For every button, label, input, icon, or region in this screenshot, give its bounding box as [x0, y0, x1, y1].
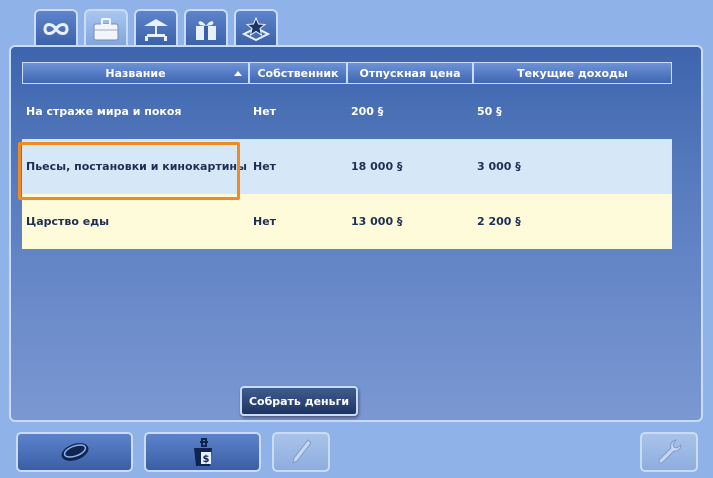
column-header-owner[interactable]: Собственник: [249, 62, 347, 84]
tab-gifts[interactable]: [184, 9, 228, 47]
business-income: 2 200 §: [477, 215, 521, 228]
cafe-icon: [144, 19, 168, 41]
gift-box-icon: [196, 21, 216, 40]
business-name: Царство еды: [26, 215, 110, 228]
wrench-icon: [658, 439, 682, 464]
tab-cafe[interactable]: [134, 9, 178, 47]
table-row[interactable]: На страже мира и покоя Нет 200 § 50 §: [22, 84, 672, 139]
category-tabs: [34, 9, 278, 47]
tab-infinity[interactable]: [34, 9, 78, 47]
tab-star-map[interactable]: [234, 9, 278, 47]
collect-money-button[interactable]: Собрать деньги: [240, 386, 358, 416]
table-header: Название Собственник Отпускная цена Теку…: [22, 62, 672, 84]
column-header-name[interactable]: Название: [22, 62, 249, 84]
infinity-icon: [43, 23, 69, 35]
business-price: 13 000 §: [351, 215, 403, 228]
business-name: На страже мира и покоя: [26, 105, 182, 118]
tab-business[interactable]: [84, 9, 128, 47]
business-owner: Нет: [253, 215, 277, 228]
business-price: 18 000 §: [351, 160, 403, 173]
buy-business-button[interactable]: $: [144, 432, 261, 472]
coin-icon: [61, 443, 88, 461]
money-bag-icon: $: [193, 438, 212, 466]
star-map-icon: [241, 16, 271, 42]
sort-ascending-icon: [234, 71, 242, 76]
table-row[interactable]: Царство еды Нет 13 000 § 2 200 §: [22, 194, 672, 249]
svg-text:$: $: [202, 454, 209, 465]
edit-button[interactable]: [272, 432, 330, 472]
column-header-price[interactable]: Отпускная цена: [347, 62, 473, 84]
column-header-income[interactable]: Текущие доходы: [473, 62, 672, 84]
sims-money-button[interactable]: [16, 432, 133, 472]
business-owner: Нет: [253, 105, 277, 118]
briefcase-icon: [93, 18, 119, 41]
selection-highlight: [18, 142, 240, 200]
business-owner: Нет: [253, 160, 277, 173]
settings-button[interactable]: [640, 432, 698, 472]
pencil-icon: [292, 439, 312, 464]
business-income: 3 000 §: [477, 160, 521, 173]
businesses-panel: Название Собственник Отпускная цена Теку…: [9, 45, 703, 422]
business-income: 50 §: [477, 105, 502, 118]
business-price: 200 §: [351, 105, 384, 118]
